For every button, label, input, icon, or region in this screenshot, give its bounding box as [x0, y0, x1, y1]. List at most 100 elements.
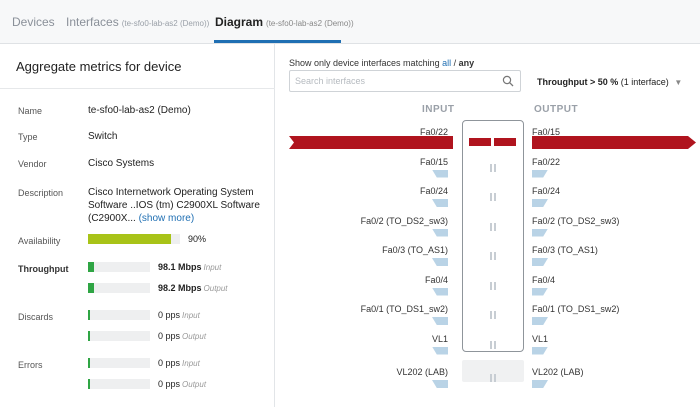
match-filter: Show only device interfaces matching all… [289, 58, 474, 68]
traffic-flow-segment [469, 138, 491, 146]
traffic-flow-in [289, 136, 453, 149]
discards-output-value: 0 pps Output [158, 331, 206, 341]
match-all-link[interactable]: all [442, 58, 451, 68]
discards-output-bar-fill [88, 331, 90, 341]
output-port-connector [532, 287, 548, 296]
errors-input-value: 0 pps Input [158, 358, 200, 368]
throughput-filter-dropdown[interactable]: Throughput > 50 % (1 interface) ▼ [537, 77, 682, 87]
errors-input-number: 0 pps [158, 358, 181, 368]
errors-output-bar-fill [88, 379, 90, 389]
active-tab-indicator [214, 40, 341, 43]
show-more-link[interactable]: (show more) [139, 213, 195, 224]
discards-input-bar [88, 310, 150, 320]
output-port-label[interactable]: Fa0/4 [532, 275, 555, 285]
throughput-input-bar [88, 262, 150, 272]
match-any-link[interactable]: any [459, 58, 475, 68]
input-port-label[interactable]: Fa0/22 [420, 127, 448, 137]
output-port-connector [532, 346, 548, 355]
aggregate-metrics-panel: Aggregate metrics for device Name te-sfo… [0, 44, 275, 407]
input-port-label[interactable]: Fa0/1 (TO_DS1_sw2) [361, 304, 448, 314]
panel-title: Aggregate metrics for device [16, 59, 182, 74]
throughput-output-direction: Output [203, 284, 228, 293]
discards-input-number: 0 pps [158, 310, 181, 320]
errors-input-bar [88, 358, 150, 368]
traffic-flow-out [532, 136, 696, 149]
throughput-input-direction: Input [203, 263, 222, 272]
input-port-connector [432, 258, 448, 266]
input-column-header: INPUT [422, 104, 455, 115]
tab-interfaces-label: Interfaces [66, 15, 119, 29]
discards-input-direction: Input [182, 311, 200, 320]
vendor-label: Vendor [18, 159, 47, 169]
description-label: Description [18, 188, 64, 198]
input-port-connector [432, 199, 448, 207]
output-port-connector [532, 317, 548, 325]
output-port-label[interactable]: Fa0/2 (TO_DS2_sw3) [532, 216, 619, 226]
input-port-label[interactable]: Fa0/4 [425, 275, 448, 285]
errors-input-direction: Input [182, 359, 200, 368]
idle-link-icon [488, 193, 498, 201]
idle-link-icon [488, 374, 498, 382]
input-port-connector [432, 228, 448, 237]
search-box [289, 70, 521, 92]
errors-output-bar [88, 379, 150, 389]
output-port-label[interactable]: Fa0/22 [532, 157, 560, 167]
errors-output-direction: Output [182, 380, 207, 389]
description-value: Cisco Internetwork Operating System Soft… [88, 186, 266, 225]
tab-diagram-label: Diagram [215, 15, 264, 29]
idle-link-icon [488, 222, 498, 231]
idle-link-icon [488, 340, 498, 349]
output-port-label[interactable]: Fa0/1 (TO_DS1_sw2) [532, 304, 619, 314]
output-port-label[interactable]: VL202 (LAB) [532, 367, 584, 377]
traffic-flow-segment [494, 138, 516, 146]
search-icon[interactable] [502, 75, 514, 87]
output-port-label[interactable]: Fa0/24 [532, 186, 560, 196]
input-port-label[interactable]: Fa0/15 [420, 157, 448, 167]
name-value: te-sfo0-lab-as2 (Demo) [88, 105, 191, 116]
output-port-connector [532, 169, 548, 178]
input-port-label[interactable]: VL202 (LAB) [396, 367, 448, 377]
tab-devices[interactable]: Devices [12, 15, 55, 29]
throughput-filter-label: Throughput > 50 % [537, 77, 619, 87]
throughput-input-value: 98.1 Mbps Input [158, 262, 221, 272]
tab-interfaces[interactable]: Interfaces (te-sfo0-lab-as2 (Demo)) [66, 15, 209, 29]
errors-output-value: 0 pps Output [158, 379, 206, 389]
idle-link-icon [488, 281, 498, 290]
match-separator: / [453, 58, 457, 68]
input-port-label[interactable]: Fa0/3 (TO_AS1) [382, 245, 448, 255]
discards-input-value: 0 pps Input [158, 310, 200, 320]
throughput-filter-count: (1 interface) [620, 77, 669, 87]
errors-input-bar-fill [88, 358, 90, 368]
output-port-label[interactable]: Fa0/15 [532, 127, 560, 137]
idle-link-icon [488, 252, 498, 260]
input-port-connector [432, 380, 448, 388]
output-port-connector [532, 199, 548, 207]
input-port-connector [432, 346, 448, 355]
match-filter-label: Show only device interfaces matching [289, 58, 440, 68]
output-port-label[interactable]: Fa0/3 (TO_AS1) [532, 245, 598, 255]
output-port-label[interactable]: VL1 [532, 334, 548, 344]
search-input[interactable] [295, 74, 495, 88]
tab-interfaces-context: (te-sfo0-lab-as2 (Demo)) [121, 19, 210, 28]
discards-input-bar-fill [88, 310, 90, 320]
availability-bar [88, 234, 180, 244]
tab-bar: Devices Interfaces (te-sfo0-lab-as2 (Demo… [0, 0, 700, 44]
input-port-connector [432, 287, 448, 296]
panel-header: Aggregate metrics for device [0, 44, 275, 89]
input-port-label[interactable]: Fa0/24 [420, 186, 448, 196]
tab-diagram[interactable]: Diagram (te-sfo0-lab-as2 (Demo)) [215, 15, 354, 29]
output-port-connector [532, 228, 548, 237]
tab-devices-label: Devices [12, 15, 55, 29]
type-label: Type [18, 132, 38, 142]
diagram-panel: Show only device interfaces matching all… [276, 44, 700, 407]
availability-label: Availability [18, 236, 61, 246]
output-port-connector [532, 258, 548, 266]
input-port-label[interactable]: VL1 [432, 334, 448, 344]
output-port-connector [532, 380, 548, 388]
idle-link-icon [488, 311, 498, 319]
tab-diagram-context: (te-sfo0-lab-as2 (Demo)) [266, 19, 354, 28]
input-port-connector [432, 169, 448, 178]
input-port-connector [432, 317, 448, 325]
input-port-label[interactable]: Fa0/2 (TO_DS2_sw3) [361, 216, 448, 226]
discards-output-direction: Output [182, 332, 207, 341]
